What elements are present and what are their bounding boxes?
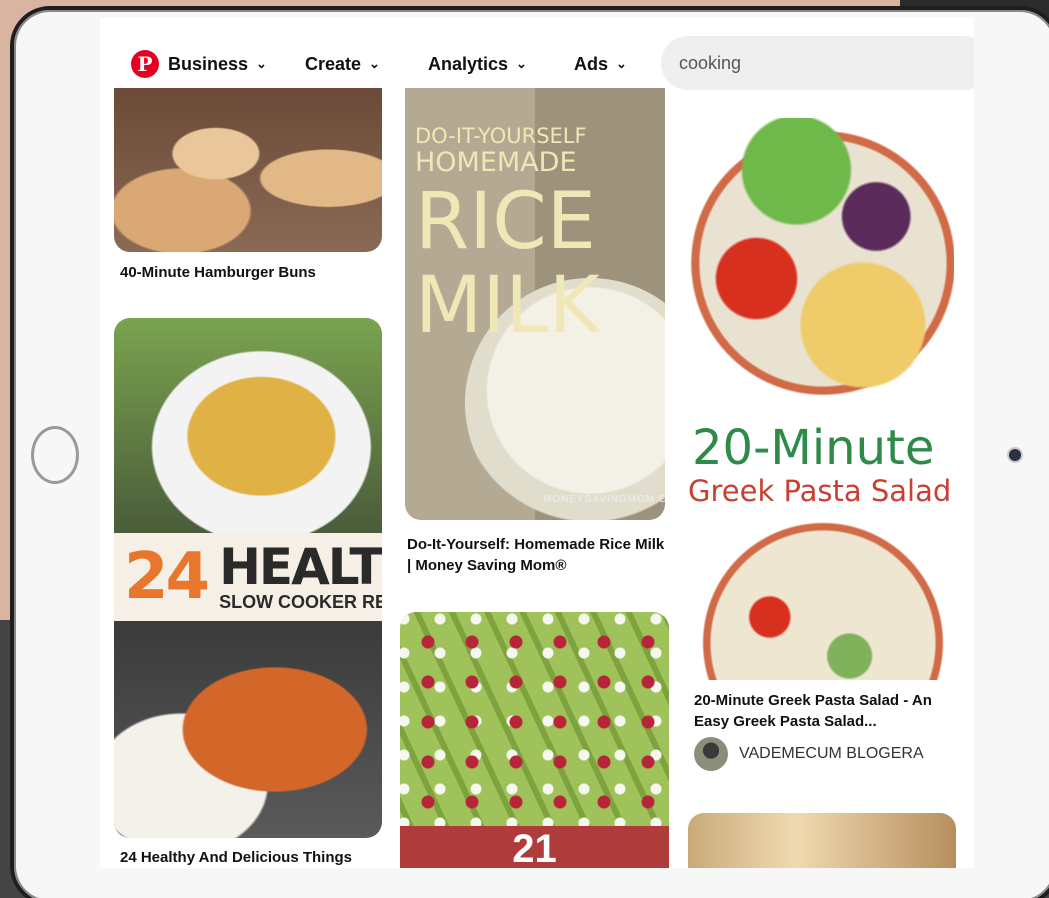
pin-image-greek-pasta-salad[interactable]: 20-Minute Greek Pasta Salad [688,118,954,680]
pasta-top-photo [690,118,954,418]
pin-author[interactable]: VADEMECUM BLOGERA [739,745,924,763]
pinterest-logo-icon[interactable]: P [131,50,159,78]
rice-line4: MILK [415,261,600,351]
nav-ads-label: Ads [574,53,609,74]
nav-create[interactable]: Create ⌄ [305,52,380,76]
nav-ads[interactable]: Ads ⌄ [574,52,627,76]
pasta-bottom-photo [690,513,954,680]
rice-line2: HOMEMADE [415,147,577,178]
pasta-overlay-line1: 20-Minute [692,420,935,476]
curry-photo [114,621,382,838]
avatar[interactable] [694,737,728,771]
rice-line1: DO-IT-YOURSELF [415,124,587,148]
home-button[interactable] [31,426,79,484]
pin-image-bread[interactable] [688,813,956,868]
pin-image-healthy-slow-cooker[interactable]: 24 HEALTHY SLOW COOKER RECIPES [114,318,382,838]
pin-image-rice-milk[interactable]: DO-IT-YOURSELF HOMEMADE RICE MILK MONEYS… [405,88,665,520]
chevron-down-icon: ⌄ [369,56,380,71]
nav-create-label: Create [305,53,362,74]
avocado-banner: 21 [400,826,669,868]
pasta-overlay-line2: Greek Pasta Salad [688,474,952,508]
nav-analytics[interactable]: Analytics ⌄ [428,52,527,76]
nav-business[interactable]: Business ⌄ [168,52,267,76]
chevron-down-icon: ⌄ [256,56,267,71]
rice-line3: RICE [415,177,596,267]
chevron-down-icon: ⌄ [616,56,627,71]
healthy-banner: 24 HEALTHY SLOW COOKER RECIPES [114,533,382,621]
enchilada-photo [114,318,382,533]
nav-analytics-label: Analytics [428,53,509,74]
pin-image-hamburger-buns[interactable] [114,88,382,252]
chevron-down-icon: ⌄ [516,56,527,71]
pin-title[interactable]: 24 Healthy And Delicious Things [120,847,380,868]
banner-number: 24 [124,540,210,614]
rice-credit: MONEYSAVINGMOM.COM [543,494,665,505]
camera-icon [1009,449,1021,461]
nav-business-label: Business [168,53,249,74]
search-input[interactable]: cooking [661,36,974,90]
pin-title[interactable]: 40-Minute Hamburger Buns [120,262,380,283]
banner-subtitle: SLOW COOKER RECIPES [219,591,382,612]
pin-title[interactable]: Do-It-Yourself: Homemade Rice Milk | Mon… [407,534,667,576]
pinterest-screen: P Business ⌄ Create ⌄ Analytics ⌄ Ads ⌄ … [100,18,974,868]
pin-title[interactable]: 20-Minute Greek Pasta Salad - An Easy Gr… [694,690,956,732]
pin-image-avocado-toast[interactable]: 21 [400,612,669,868]
banner-word: HEALTHY [219,537,382,596]
